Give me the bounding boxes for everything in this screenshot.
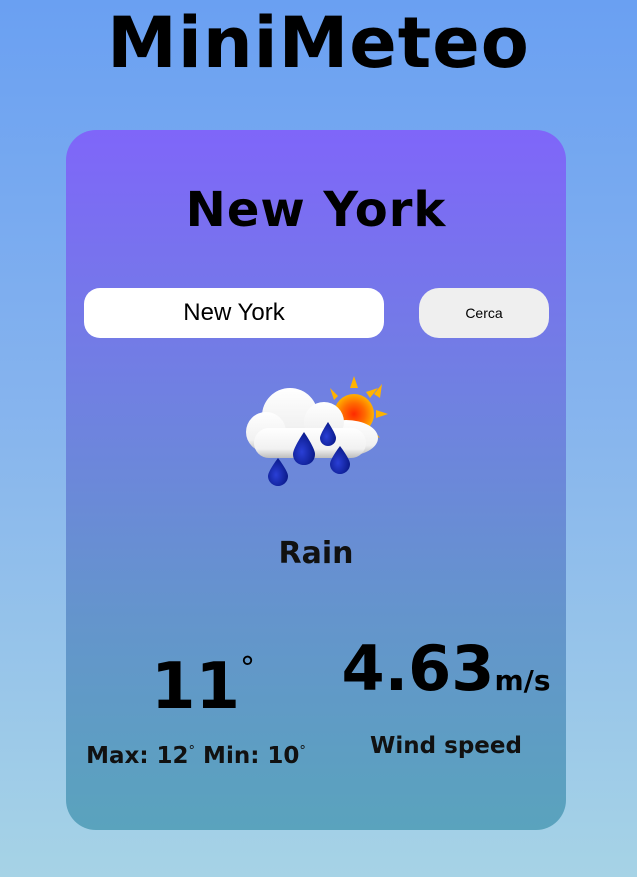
wind-speed-unit: m/s: [494, 664, 551, 697]
temperature-value: 11: [150, 650, 241, 724]
weather-card: New York Cerca: [66, 130, 566, 830]
city-search-input[interactable]: [84, 288, 384, 338]
app-title: MiniMeteo: [107, 2, 530, 84]
wind-speed-value: 4.63: [341, 632, 495, 705]
temperature-block: 11° Max: 12° Min: 10°: [66, 630, 326, 776]
rain-cloud-sun-icon: [246, 376, 388, 486]
search-button[interactable]: Cerca: [419, 288, 549, 338]
wind-block: 4.63m/s Wind speed: [336, 630, 556, 766]
min-temperature: Min: 10: [195, 743, 300, 769]
min-degree-symbol: °: [299, 744, 306, 759]
degree-symbol: °: [240, 651, 256, 686]
wind-speed: 4.63m/s: [336, 630, 556, 720]
wind-speed-label: Wind speed: [370, 733, 522, 759]
weather-condition: Rain: [278, 536, 354, 571]
min-max-temperature: Max: 12° Min: 10°: [66, 732, 326, 776]
city-name: New York: [185, 182, 447, 238]
max-temperature: Max: 12: [86, 743, 189, 769]
current-temperature: 11°: [66, 630, 326, 726]
